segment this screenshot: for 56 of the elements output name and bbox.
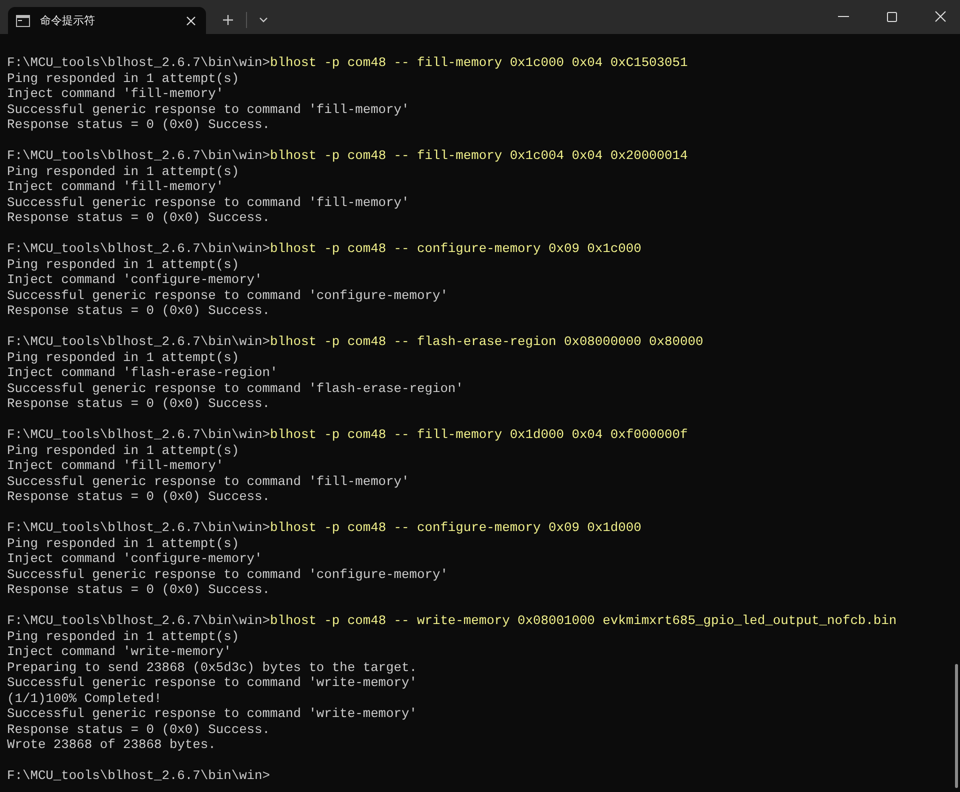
maximize-icon[interactable] (887, 12, 897, 22)
output-text: Inject command 'flash-erase-region' (7, 365, 278, 380)
prompt-text: F:\MCU_tools\blhost_2.6.7\bin\win> (7, 334, 270, 349)
output-text: Ping responded in 1 attempt(s) (7, 164, 240, 178)
output-text: Successful generic response to command 'write-memory' (7, 675, 417, 690)
output-text: Ping responded in 1 attempt(s) (7, 442, 240, 458)
output-text: Wrote 23868 of 23868 bytes. (7, 737, 216, 752)
output-text: Response status = 0 (0x0) Success. (7, 722, 270, 736)
output-text: Successful generic response to command 'write-memory' (7, 706, 417, 721)
output-text: Successful generic response to command 'configure-memory' (7, 288, 448, 302)
output-text: Response status = 0 (0x0) Success. (7, 489, 270, 504)
output-text: Ping responded in 1 attempt(s) (7, 350, 240, 364)
prompt-text: F:\MCU_tools\blhost_2.6.7\bin\win> (7, 768, 270, 783)
command-text: blhost -p com48 -- fill-memory 0x1d000 0x04 0xf000000f (270, 427, 688, 442)
command-text: blhost -p com48 -- fill-memory 0x1c000 0x04 0xC1503051 (270, 55, 688, 70)
output-text: Inject command 'configure-memory' (7, 551, 262, 566)
output-text: Response status = 0 (0x0) Success. (7, 210, 270, 225)
tab-title: 命令提示符 (40, 13, 96, 28)
command-text: blhost -p com48 -- flash-erase-region 0x08000000 0x80000 (270, 334, 704, 349)
dropdown-icon[interactable] (259, 17, 268, 23)
output-text: Response status = 0 (0x0) Success. (7, 117, 270, 132)
output-text: Preparing to send 23868 (0x5d3c) bytes to the target. (7, 660, 417, 674)
command-text: blhost -p com48 -- configure-memory 0x09 0x1d000 (270, 520, 642, 535)
output-text: Inject command 'write-memory' (7, 644, 232, 659)
tab[interactable]: 命令提示符 (8, 7, 206, 34)
prompt-text: F:\MCU_tools\blhost_2.6.7\bin\win> (7, 520, 270, 535)
output-text: Successful generic response to command 'configure-memory' (7, 566, 448, 582)
prompt-text: F:\MCU_tools\blhost_2.6.7\bin\win> (7, 55, 270, 70)
close-icon[interactable] (935, 11, 946, 22)
prompt-text: F:\MCU_tools\blhost_2.6.7\bin\win> (7, 148, 270, 163)
scrollbar[interactable] (955, 664, 958, 788)
output-text: Inject command 'fill-memory' (7, 86, 224, 101)
output-text: Successful generic response to command 'flash-erase-region' (7, 380, 464, 396)
output-text: Ping responded in 1 attempt(s) (7, 536, 240, 550)
output-text: Inject command 'fill-memory' (7, 458, 224, 473)
output-text: Response status = 0 (0x0) Success. (7, 396, 270, 411)
output-text: Successful generic response to command 'fill-memory' (7, 194, 410, 210)
prompt-text: F:\MCU_tools\blhost_2.6.7\bin\win> (7, 613, 270, 628)
terminal-icon (16, 14, 30, 26)
prompt-text: F:\MCU_tools\blhost_2.6.7\bin\win> (7, 427, 270, 442)
close-tab-icon[interactable] (186, 16, 196, 26)
output-text: (1/1)100% Completed! (7, 690, 162, 706)
command-text: blhost -p com48 -- write-memory 0x08001000 evkmimxrt685_gpio_led_output_nofcb.bin (270, 613, 897, 628)
output-text: Inject command 'fill-memory' (7, 179, 224, 194)
command-text: blhost -p com48 -- configure-memory 0x09 0x1c000 (270, 241, 642, 256)
command-text: blhost -p com48 -- fill-memory 0x1c004 0x04 0x20000014 (270, 148, 688, 163)
output-text: Successful generic response to command 'fill-memory' (7, 474, 410, 488)
output-text: Ping responded in 1 attempt(s) (7, 70, 240, 86)
output-text: Ping responded in 1 attempt(s) (7, 256, 240, 272)
output-text: Successful generic response to command 'fill-memory' (7, 102, 410, 116)
output-text: Response status = 0 (0x0) Success. (7, 582, 270, 597)
output-text: Ping responded in 1 attempt(s) (7, 628, 240, 644)
new-tab-icon[interactable] (223, 15, 233, 25)
output-text: Inject command 'configure-memory' (7, 272, 262, 287)
prompt-text: F:\MCU_tools\blhost_2.6.7\bin\win> (7, 241, 270, 256)
output-text: Response status = 0 (0x0) Success. (7, 303, 270, 318)
